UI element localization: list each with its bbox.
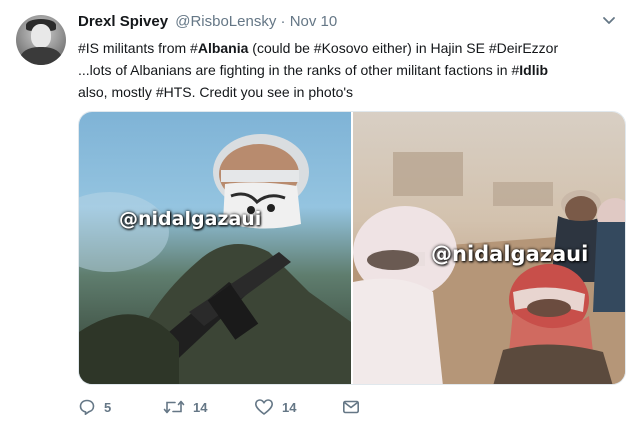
retweet-count: 14 [193,399,208,415]
author-name[interactable]: Drexl Spivey [78,13,168,30]
media-grid: @nidalgazaui @nidalgazaui [78,111,626,385]
reply-count: 5 [104,399,112,415]
photo-right[interactable]: @nidalgazaui [353,112,625,384]
hashtag-kosovo[interactable]: #Kosovo [314,40,368,56]
text-segment: either) in Hajin SE [368,40,489,56]
chevron-down-icon[interactable] [602,16,616,26]
watermark-right: @nidalgazaui [431,242,589,266]
hashtag-hts[interactable]: #HTS [156,84,192,100]
hashtag-is[interactable]: #IS [78,40,99,56]
retweet-button[interactable]: 14 [163,398,207,416]
text-segment: (could be [248,40,314,56]
author-handle[interactable]: @RisboLensky [175,13,276,30]
text-segment: ...lots of Albanians are fighting in the… [78,62,512,78]
text-segment: also, mostly [78,84,156,100]
envelope-icon [342,400,359,414]
photo-left[interactable]: @nidalgazaui [79,112,351,384]
reply-icon [79,399,95,415]
tweet-text-line-1: #IS militants from #Albania (could be #K… [78,37,634,59]
retweet-icon [163,400,185,414]
text-segment: militants from [99,40,191,56]
direct-message-button[interactable] [342,398,360,416]
reply-button[interactable]: 5 [78,398,111,416]
tweet-text: #IS militants from #Albania (could be #K… [78,37,634,103]
hashtag-symbol: # [190,40,198,56]
hashtag-deirezzor[interactable]: #DeirEzzor [489,40,558,56]
hashtag-idlib[interactable]: #Idlib [511,62,548,78]
like-count: 14 [282,399,297,415]
text-segment: . Credit you see in photo's [191,84,354,100]
tweet-header: Drexl Spivey @RisboLensky · Nov 10 [78,13,337,30]
hashtag-word: Idlib [519,62,549,78]
like-button[interactable]: 14 [254,398,296,416]
tweet-timestamp[interactable]: Nov 10 [290,13,338,30]
avatar[interactable] [16,15,66,65]
hashtag-word: Albania [197,40,249,56]
avatar-face-shape [31,24,51,48]
tweet-text-line-2: ...lots of Albanians are fighting in the… [78,59,634,81]
hashtag-albania[interactable]: #Albania [190,40,248,56]
avatar-body-shape [20,47,62,65]
tweet-text-line-3: also, mostly #HTS. Credit you see in pho… [78,81,634,103]
separator-dot: · [280,13,286,30]
photo-left-illustration [79,134,351,384]
watermark-left: @nidalgazaui [119,208,262,230]
heart-icon [255,399,273,415]
